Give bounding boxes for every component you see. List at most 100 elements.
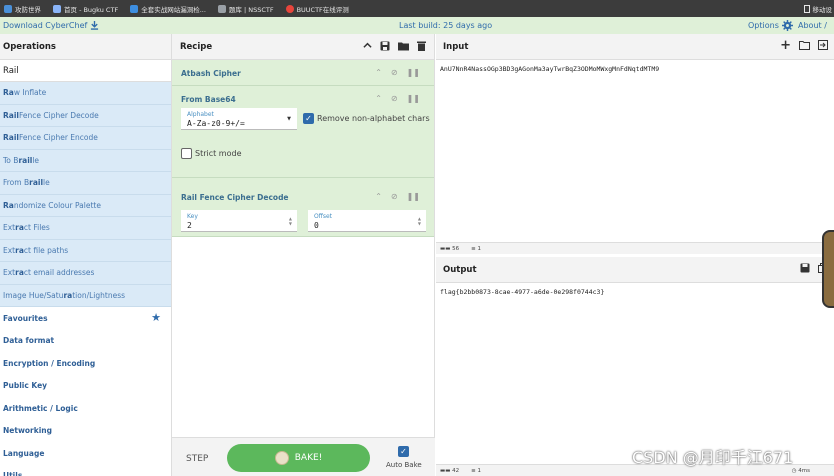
operation-match: Rail bbox=[3, 133, 19, 143]
input-textarea[interactable]: AnU7NnR4NassOGp3BD3gAGonMa3ayTwrBqZ3ODMo… bbox=[436, 60, 834, 78]
download-link[interactable]: Download CyberChef bbox=[3, 21, 99, 30]
pause-icon[interactable]: ❚❚ bbox=[407, 68, 420, 77]
bookmark-label: 全套实战网站漏洞检... bbox=[141, 5, 206, 14]
time-icon: ◷ 4ms bbox=[791, 467, 810, 474]
bookmark-2[interactable]: 全套实战网站漏洞检... bbox=[130, 4, 206, 14]
operation-text: le bbox=[43, 178, 50, 188]
operation-item[interactable]: From Brail le bbox=[0, 172, 171, 195]
operation-text: w Inflate bbox=[13, 88, 47, 98]
ingredient-title: From Base64 bbox=[181, 95, 236, 104]
operation-text: tion/Lightness bbox=[72, 290, 126, 300]
operation-match: rail bbox=[29, 178, 44, 188]
operation-match: Ra bbox=[3, 200, 14, 210]
add-tab-icon[interactable]: + bbox=[780, 39, 791, 52]
chevron-up-icon[interactable]: ⌃ bbox=[375, 68, 382, 77]
save-output-icon[interactable] bbox=[800, 263, 810, 273]
phone-icon bbox=[803, 4, 810, 13]
chef-icon bbox=[274, 451, 289, 465]
open-file-icon[interactable] bbox=[818, 40, 828, 50]
input-panel: Input + AnU7NnR4NassOGp3BD3gAGonMa3ayTwr… bbox=[436, 34, 834, 254]
disable-icon[interactable]: ⊘ bbox=[391, 68, 398, 77]
bookmark-3[interactable]: 题库 | NSSCTF bbox=[217, 4, 274, 14]
category-item[interactable]: Utils bbox=[0, 464, 171, 476]
output-textarea[interactable]: flag{b2bb0873-8cae-4977-a6de-0e298f0744c… bbox=[436, 283, 834, 301]
category-label: Data format bbox=[3, 336, 55, 346]
globe-icon bbox=[4, 4, 12, 13]
category-item[interactable]: Public Key bbox=[0, 374, 171, 397]
chevron-up-icon[interactable]: ⌃ bbox=[375, 192, 382, 201]
pause-icon[interactable]: ❚❚ bbox=[407, 94, 420, 103]
operation-item[interactable]: Ra ndomize Colour Palette bbox=[0, 194, 171, 217]
folder-icon[interactable] bbox=[398, 41, 409, 51]
category-label: Public Key bbox=[3, 381, 48, 391]
chevron-up-icon[interactable] bbox=[363, 41, 372, 50]
open-folder-icon[interactable] bbox=[799, 40, 810, 50]
operation-item[interactable]: Ext ra ct Files bbox=[0, 217, 171, 240]
disable-icon[interactable]: ⊘ bbox=[391, 192, 398, 201]
operation-item[interactable]: To Brail le bbox=[0, 149, 171, 172]
input-title: Input bbox=[443, 41, 469, 52]
operation-item[interactable]: Rail Fence Cipher Decode bbox=[0, 104, 171, 127]
auto-bake-checkbox[interactable]: ✓ bbox=[398, 446, 409, 457]
dropdown-caret-icon: ▼ bbox=[287, 116, 291, 122]
bookmark-4[interactable]: BUUCTF在线评测 bbox=[285, 4, 349, 14]
recipe-header: Recipe bbox=[172, 34, 434, 60]
operation-text: ct email addresses bbox=[23, 268, 95, 278]
trash-icon[interactable] bbox=[417, 41, 426, 51]
bake-button[interactable]: BAKE! bbox=[227, 444, 370, 472]
watermark: CSDN @月印千江671 bbox=[632, 448, 794, 467]
stepper-icon[interactable]: ▲ ▼ bbox=[418, 216, 421, 226]
remove-non-alphabet-label: Remove non-alphabet chars bbox=[317, 114, 430, 123]
operation-item[interactable]: Ra w Inflate bbox=[0, 82, 171, 105]
bookmark-0[interactable]: 攻防世界 bbox=[4, 4, 41, 14]
output-lines: 1 bbox=[477, 467, 482, 474]
output-time: 4ms bbox=[798, 467, 810, 474]
category-item[interactable]: Favourites ★ bbox=[0, 307, 171, 330]
mobile-bookmarks[interactable]: 移动设 bbox=[799, 0, 834, 17]
operation-item[interactable]: Ext ra ct email addresses bbox=[0, 262, 171, 285]
category-item[interactable]: Language bbox=[0, 442, 171, 465]
operation-match: ra bbox=[15, 223, 24, 233]
globe-icon bbox=[53, 4, 61, 13]
pause-icon[interactable]: ❚❚ bbox=[407, 192, 420, 201]
stepper-icon[interactable]: ▲ ▼ bbox=[289, 216, 292, 226]
operation-match: ra bbox=[15, 268, 24, 278]
bookmark-label: 题库 | NSSCTF bbox=[228, 5, 274, 14]
disable-icon[interactable]: ⊘ bbox=[391, 94, 398, 103]
chevron-up-icon[interactable]: ⌃ bbox=[375, 94, 382, 103]
alphabet-select[interactable]: Alphabet A-Za-z0-9+/= ▼ bbox=[181, 108, 297, 130]
operations-title: Operations bbox=[0, 34, 171, 60]
last-build: Last build: 25 days ago bbox=[399, 21, 493, 30]
operation-item[interactable]: Image Hue/Satu ra tion/Lightness bbox=[0, 284, 171, 307]
category-label: Encryption / Encoding bbox=[3, 358, 96, 368]
category-item[interactable]: Encryption / Encoding bbox=[0, 352, 171, 375]
bookmark-1[interactable]: 首页 - Bugku CTF bbox=[53, 4, 118, 14]
category-item[interactable]: Data format bbox=[0, 329, 171, 352]
output-title: Output bbox=[443, 264, 477, 275]
operation-match: rail bbox=[18, 155, 33, 165]
offset-input[interactable]: Offset 0 ▲ ▼ bbox=[308, 210, 426, 232]
length-icon: ▬▬ bbox=[440, 467, 453, 474]
key-label: Key bbox=[187, 213, 198, 220]
strict-mode-checkbox[interactable] bbox=[181, 148, 192, 159]
key-input[interactable]: Key 2 ▲ ▼ bbox=[181, 210, 297, 232]
save-icon[interactable] bbox=[380, 41, 390, 51]
bookmark-label: 首页 - Bugku CTF bbox=[64, 5, 119, 14]
step-button[interactable]: STEP bbox=[186, 454, 208, 464]
operation-item[interactable]: Rail Fence Cipher Encode bbox=[0, 127, 171, 150]
operations-search-input[interactable]: Rail bbox=[0, 60, 171, 82]
floating-widget[interactable] bbox=[822, 230, 834, 308]
operation-item[interactable]: Ext ra ct file paths bbox=[0, 239, 171, 262]
options-button[interactable]: Options bbox=[748, 20, 793, 31]
alphabet-value: A-Za-z0-9+/= bbox=[187, 119, 245, 128]
strict-mode-label: Strict mode bbox=[195, 149, 242, 158]
remove-non-alphabet-checkbox[interactable]: ✓ bbox=[303, 113, 314, 124]
about-link[interactable]: About / bbox=[798, 21, 827, 30]
input-lines: 1 bbox=[477, 245, 482, 252]
category-item[interactable]: Networking bbox=[0, 419, 171, 442]
bug-icon bbox=[285, 4, 294, 13]
category-item[interactable]: Arithmetic / Logic bbox=[0, 397, 171, 420]
operation-text: ct Files bbox=[23, 223, 50, 233]
output-panel: Output flag{b2bb0873-8cae-4977-a6de-0e29… bbox=[436, 257, 834, 464]
download-label: Download CyberChef bbox=[3, 21, 88, 30]
